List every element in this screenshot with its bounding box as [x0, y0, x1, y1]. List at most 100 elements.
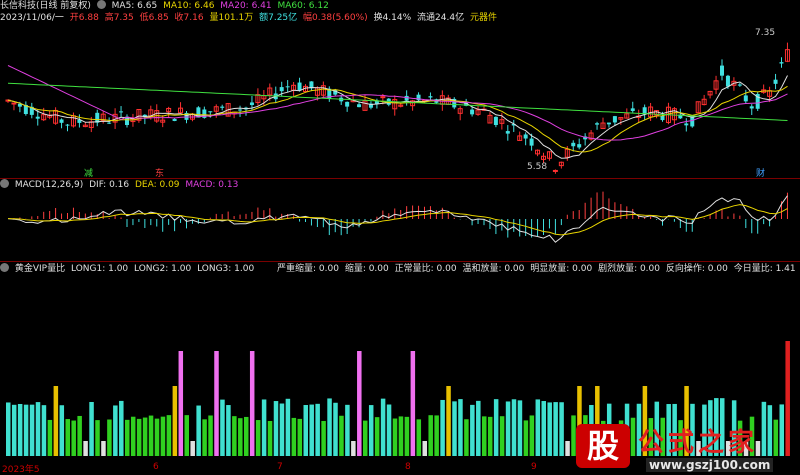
- vol-stat-mild: 温和放量: 0.00: [462, 264, 525, 274]
- stock-chart[interactable]: [0, 0, 800, 474]
- volume-ratio-bar: [339, 415, 344, 456]
- volume-ratio-bar: [541, 401, 546, 456]
- watermark-url: www.gszj100.com: [646, 458, 774, 472]
- candle-body: [571, 142, 576, 147]
- volume-ratio-bar: [422, 441, 427, 456]
- vol-stat-obvious: 明显放量: 0.00: [530, 264, 593, 274]
- volume-ratio-bar: [184, 415, 189, 456]
- candle-body: [11, 102, 17, 105]
- candle-body: [595, 123, 600, 125]
- volume-ratio-bar: [315, 403, 320, 456]
- candle-body: [285, 86, 290, 88]
- x-axis-label: 9: [531, 462, 537, 472]
- candle-body: [172, 118, 177, 122]
- volume-ratio-bar: [493, 399, 499, 456]
- vol-stat-shrink: 缩量: 0.00: [344, 264, 389, 274]
- macd-circle-icon[interactable]: [0, 179, 9, 188]
- candle-body: [107, 122, 112, 124]
- candle-body: [743, 95, 748, 102]
- candle-body: [35, 116, 40, 119]
- candle-body: [59, 119, 64, 123]
- candle-body: [606, 122, 611, 125]
- volume-ratio-bar: [434, 415, 439, 456]
- candle-body: [612, 116, 617, 123]
- volume-ratio-bar: [273, 401, 279, 456]
- vol-stat-today: 今日量比: 1.41: [733, 264, 796, 274]
- volume-ratio-bar: [232, 416, 237, 456]
- volume-ratio-bar: [113, 405, 118, 456]
- macd-dif: DIF: 0.16: [89, 180, 130, 190]
- volume-ratio-bar: [136, 418, 142, 456]
- dea-line: [7, 204, 788, 236]
- macd-header: MACD(12,26,9) DIF: 0.16 DEA: 0.09 MACD: …: [0, 179, 241, 191]
- volume-ratio-bar: [107, 419, 112, 456]
- volume-ratio-bar: [125, 419, 130, 456]
- volume-ratio-bar: [517, 400, 523, 456]
- volume-ratio-bar: [476, 400, 481, 456]
- volume-ratio-bar: [386, 404, 392, 456]
- volume-ratio-bar: [142, 417, 148, 456]
- x-axis-label: 2023年5: [2, 465, 40, 475]
- volume-ratio-bar: [297, 418, 303, 456]
- volume-ratio-bar: [303, 405, 308, 456]
- low-price-label: 5.58: [527, 162, 548, 172]
- volume-ratio-bar: [363, 420, 368, 456]
- volume-ratio-bar: [101, 441, 106, 456]
- vol-header: 黄金VIP量比 LONG1: 1.00 LONG2: 1.00 LONG3: 1…: [0, 263, 257, 275]
- candle-body: [470, 109, 475, 115]
- vol-stat-severe-shrink: 严重缩量: 0.00: [277, 264, 339, 274]
- candle-body: [552, 169, 558, 172]
- candle-body: [357, 104, 362, 108]
- candle-body: [208, 111, 213, 113]
- candle-body: [65, 124, 70, 126]
- volume-ratio-bar: [154, 418, 160, 456]
- volume-ratio-bar: [505, 401, 511, 456]
- candle-body: [505, 131, 510, 134]
- x-axis-label: 8: [405, 462, 411, 472]
- candle-body: [428, 96, 433, 98]
- vol-stat-normal: 正常量比: 0.00: [394, 264, 457, 274]
- volume-ratio-bar: [214, 351, 219, 456]
- volume-ratio-bar: [321, 420, 326, 456]
- volume-ratio-bar: [470, 404, 475, 456]
- volume-ratio-bar: [333, 402, 338, 456]
- candle-body: [297, 82, 302, 91]
- candle-body: [725, 75, 730, 87]
- volume-ratio-bar: [309, 404, 314, 456]
- volume-ratio-bar: [291, 417, 297, 456]
- candle-body: [720, 65, 724, 76]
- volume-ratio-bar: [458, 399, 463, 456]
- volume-ratio-bar: [487, 416, 493, 456]
- volume-ratio-bar: [255, 420, 261, 456]
- volume-ratio-bar: [172, 386, 178, 456]
- candle-body: [630, 108, 635, 111]
- volume-ratio-bar: [535, 399, 541, 456]
- macd-label: MACD(12,26,9): [14, 180, 84, 190]
- volume-ratio-bar: [374, 417, 380, 456]
- volume-ratio-bar: [452, 401, 457, 456]
- volume-ratio-bar: [47, 419, 53, 456]
- candle-body: [779, 62, 784, 64]
- volume-ratio-bar: [130, 416, 136, 456]
- volume-ratio-bar: [71, 420, 76, 456]
- volume-ratio-bar: [345, 404, 350, 456]
- candle-body: [493, 116, 498, 126]
- volume-ratio-bar: [166, 415, 172, 456]
- candle-body: [238, 109, 243, 111]
- moving-average-lines: [7, 65, 788, 159]
- vol-stat-reverse: 反向操作: 0.00: [665, 264, 728, 274]
- volume-ratio-bar: [190, 441, 195, 456]
- volume-ratio-bar: [404, 416, 410, 456]
- volume-ratio-bar: [511, 399, 517, 456]
- volume-ratio-bar: [553, 402, 558, 456]
- vol-circle-icon[interactable]: [0, 263, 9, 272]
- volume-ratio-bar: [392, 418, 398, 456]
- candle-body: [279, 87, 284, 92]
- volume-ratio-bar: [23, 404, 29, 456]
- volume-ratio-bar: [178, 351, 184, 456]
- ma-line: [7, 82, 788, 121]
- vol-label: 黄金VIP量比: [14, 264, 66, 274]
- vol-stat-sharp: 剧烈放量: 0.00: [598, 264, 660, 274]
- volume-ratio-bar: [160, 416, 166, 456]
- volume-ratio-bar: [523, 420, 529, 456]
